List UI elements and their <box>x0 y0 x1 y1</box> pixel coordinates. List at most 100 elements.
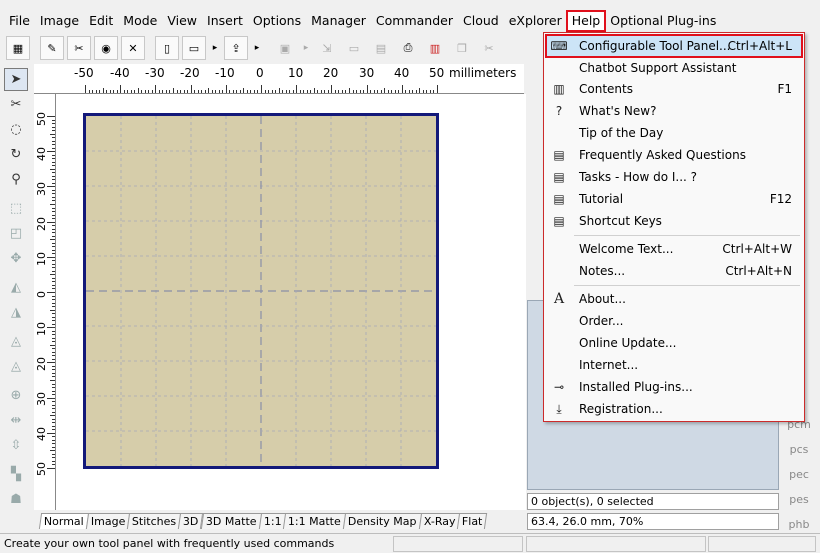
menu-file[interactable]: File <box>4 11 35 31</box>
ruler-tick <box>320 90 322 93</box>
ruler-tick <box>52 313 55 315</box>
menu-welcome-text[interactable]: Welcome Text... Ctrl+Alt+W <box>546 238 802 260</box>
cut-icon[interactable]: ✂ <box>477 36 501 60</box>
tab-stitches[interactable]: Stitches <box>127 513 182 529</box>
menu-internet[interactable]: Internet... <box>546 354 802 376</box>
ruler-tick <box>137 88 139 93</box>
zoom-icon[interactable]: ⚲ <box>4 168 28 191</box>
tab-density-map[interactable]: Density Map <box>342 513 422 529</box>
ruler-tick <box>218 90 220 93</box>
align-left-icon[interactable]: ◬ <box>4 330 28 353</box>
menu-optional-plugins[interactable]: Optional Plug-ins <box>605 11 721 31</box>
export-icon[interactable]: ⇲ <box>315 36 339 60</box>
save-icon[interactable]: ▣ <box>273 36 297 60</box>
group-icon[interactable]: ▚ <box>4 463 28 486</box>
menu-edit[interactable]: Edit <box>84 11 118 31</box>
menu-tasks[interactable]: ▤ Tasks - How do I... ? <box>546 166 802 188</box>
menu-explorer[interactable]: eXplorer <box>504 11 567 31</box>
menu-manager[interactable]: Manager <box>306 11 371 31</box>
ruler-label: 40 <box>35 427 48 441</box>
open-folder-icon[interactable]: ▭ <box>182 36 206 60</box>
format-item[interactable]: pes <box>782 487 816 512</box>
ruler-tick <box>211 90 213 93</box>
hoop-canvas[interactable] <box>83 113 439 469</box>
mirror-v-icon[interactable]: ◮ <box>4 301 28 324</box>
chevron-right-icon[interactable]: ▸ <box>209 36 221 60</box>
pdf-icon[interactable]: ▥ <box>423 36 447 60</box>
menu-options[interactable]: Options <box>248 11 306 31</box>
camera-icon[interactable]: ◉ <box>94 36 118 60</box>
menu-online-update[interactable]: Online Update... <box>546 332 802 354</box>
menu-help[interactable]: Help <box>565 10 607 32</box>
resize-icon[interactable]: ◰ <box>4 222 28 245</box>
menu-about[interactable]: A About... <box>546 288 802 310</box>
folder-icon[interactable]: ▭ <box>342 36 366 60</box>
menu-registration[interactable]: ⤓ Registration... <box>546 398 802 420</box>
scissors-wand-icon[interactable]: ✂ <box>67 36 91 60</box>
menu-cloud[interactable]: Cloud <box>458 11 504 31</box>
select-rect-icon[interactable]: ⬚ <box>4 197 28 220</box>
menu-configurable-tool-panel[interactable]: ⌨ Configurable Tool Panel... Ctrl+Alt+L <box>545 34 803 58</box>
ruler-label: 10 <box>288 66 304 80</box>
ruler-tick <box>370 90 372 93</box>
menu-view[interactable]: View <box>162 11 202 31</box>
ruler-tick <box>47 397 55 399</box>
ruler-tick <box>52 401 55 403</box>
menu-contents[interactable]: ▥ Contents F1 <box>546 78 802 100</box>
ruler-tick <box>204 90 206 93</box>
copy-icon[interactable]: ❐ <box>450 36 474 60</box>
tab-x-ray[interactable]: X-Ray <box>418 513 461 529</box>
rotate-icon[interactable]: ↻ <box>4 143 28 166</box>
tab-image[interactable]: Image <box>85 513 131 529</box>
design-workspace[interactable] <box>56 94 526 510</box>
center-icon[interactable]: ⊕ <box>4 384 28 407</box>
menu-tutorial[interactable]: ▤ Tutorial F12 <box>546 188 802 210</box>
menu-image[interactable]: Image <box>35 11 84 31</box>
tab-flat[interactable]: Flat <box>457 513 488 529</box>
mirror-h-icon[interactable]: ◭ <box>4 276 28 299</box>
ruler-tick <box>50 415 55 417</box>
chevron-right-icon[interactable]: ▸ <box>300 36 312 60</box>
print-icon[interactable]: ⎙ <box>396 36 420 60</box>
menu-installed-plugins[interactable]: ⊸ Installed Plug-ins... <box>546 376 802 398</box>
ruler-tick <box>401 85 403 93</box>
menu-whats-new[interactable]: ? What's New? <box>546 100 802 122</box>
ruler-tick <box>363 90 365 93</box>
ruler-tick <box>52 225 55 227</box>
new-file-icon[interactable]: ▯ <box>155 36 179 60</box>
wand-icon[interactable]: ✎ <box>40 36 64 60</box>
menu-commander[interactable]: Commander <box>371 11 458 31</box>
move-icon[interactable]: ✥ <box>4 247 28 270</box>
save-as-icon[interactable]: ▤ <box>369 36 393 60</box>
menu-separator <box>574 285 800 286</box>
format-item[interactable]: pcs <box>782 437 816 462</box>
machine-icon[interactable]: ▦ <box>6 36 30 60</box>
stitch-icon[interactable]: ✕ <box>121 36 145 60</box>
menu-tip-of-the-day[interactable]: Tip of the Day <box>546 122 802 144</box>
menu-order[interactable]: Order... <box>546 310 802 332</box>
format-item[interactable]: pec <box>782 462 816 487</box>
menu-faq[interactable]: ▤ Frequently Asked Questions <box>546 144 802 166</box>
menu-shortcut-keys[interactable]: ▤ Shortcut Keys <box>546 210 802 232</box>
tab-normal[interactable]: Normal <box>38 513 89 529</box>
menu-notes[interactable]: Notes... Ctrl+Alt+N <box>546 260 802 282</box>
chevron-right-icon[interactable]: ▸ <box>251 36 263 60</box>
ruler-top: -50 -40 -30 -20 -10 0 10 20 30 40 50 mil… <box>34 64 524 94</box>
tab-3d-matte[interactable]: 3D Matte <box>200 513 262 529</box>
import-icon[interactable]: ⇪ <box>224 36 248 60</box>
menu-insert[interactable]: Insert <box>202 11 248 31</box>
ruler-tick <box>47 151 55 153</box>
menu-mode[interactable]: Mode <box>118 11 162 31</box>
ruler-label: 20 <box>35 217 48 231</box>
distribute-h-icon[interactable]: ⇹ <box>4 409 28 432</box>
ruler-tick <box>194 90 196 93</box>
people-icon[interactable]: ☗ <box>4 488 28 511</box>
scissors-icon[interactable]: ✂ <box>4 93 28 116</box>
pointer-icon[interactable]: ➤ <box>4 68 28 91</box>
ruler-tick <box>317 90 319 93</box>
menu-chatbot-support[interactable]: Chatbot Support Assistant <box>546 57 802 79</box>
distribute-v-icon[interactable]: ⇳ <box>4 434 28 457</box>
lasso-icon[interactable]: ◌ <box>4 118 28 141</box>
align-right-icon[interactable]: ◬ <box>4 355 28 378</box>
tab-1-1-matte[interactable]: 1:1 Matte <box>283 513 347 529</box>
